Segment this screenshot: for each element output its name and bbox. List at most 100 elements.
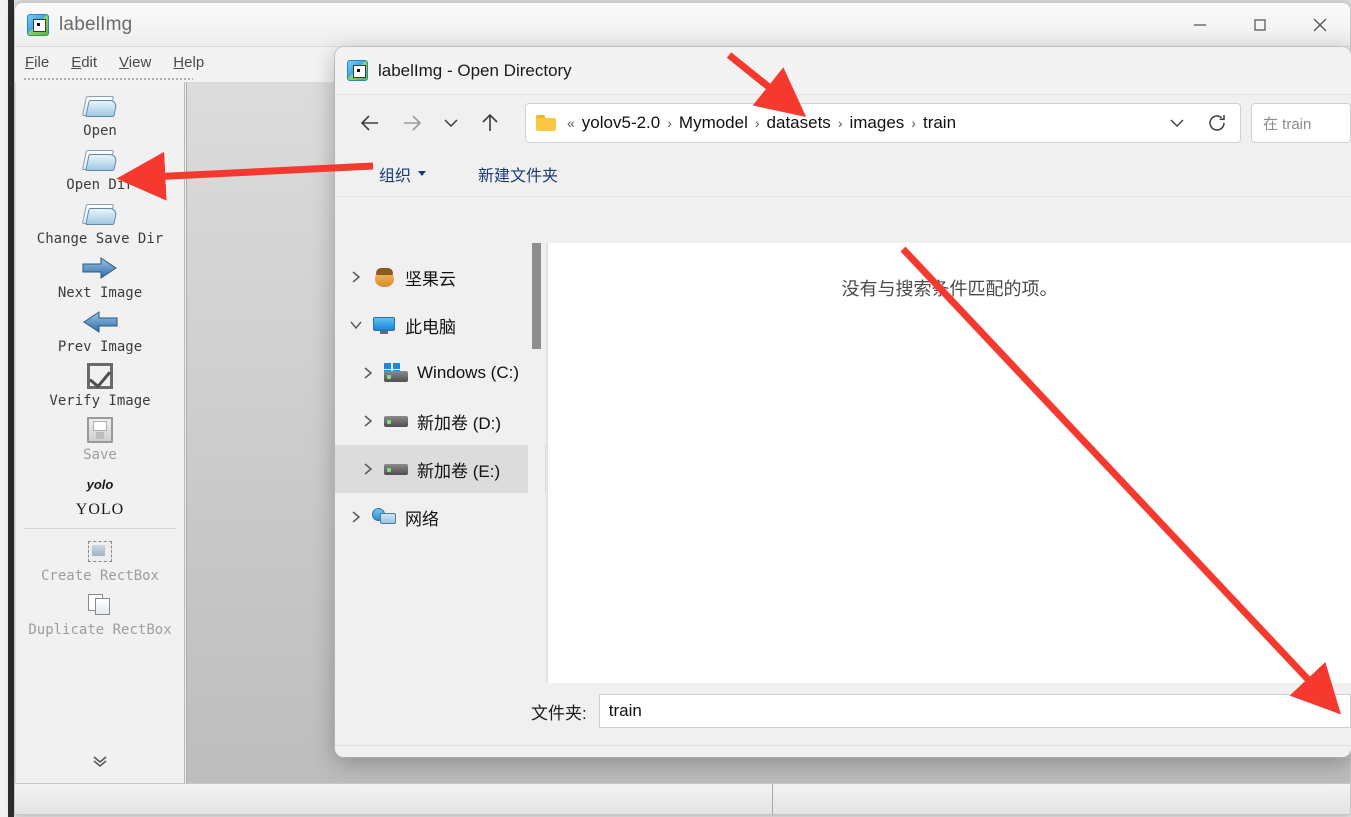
chevron-right-icon[interactable] — [353, 365, 383, 381]
breadcrumb-item-3[interactable]: images — [844, 111, 909, 135]
toolbar-change-save-dir-label: Change Save Dir — [36, 231, 164, 247]
refresh-icon[interactable] — [1200, 106, 1234, 140]
organize-button[interactable]: 组织 — [379, 162, 427, 186]
breadcrumb: « yolov5-2.0 › Mymodel › datasets › imag… — [565, 111, 961, 135]
toolbar-change-save-dir[interactable]: Change Save Dir — [15, 196, 185, 250]
folder-icon — [81, 198, 118, 230]
this-pc-icon — [371, 316, 397, 334]
navigation-scrollbar-thumb[interactable] — [532, 243, 541, 349]
breadcrumb-item-2[interactable]: datasets — [762, 111, 836, 135]
toolbar-next-image[interactable]: Next Image — [15, 250, 185, 304]
forward-icon[interactable] — [391, 103, 433, 143]
address-bar[interactable]: « yolov5-2.0 › Mymodel › datasets › imag… — [525, 103, 1241, 143]
breadcrumb-item-0[interactable]: yolov5-2.0 — [577, 111, 665, 135]
menu-help-rest: elp — [184, 53, 205, 71]
new-folder-button[interactable]: 新建文件夹 — [478, 162, 558, 186]
checkbox-icon — [87, 360, 113, 392]
drive-icon — [383, 463, 409, 475]
breadcrumb-separator: › — [837, 115, 843, 131]
chevron-right-icon[interactable] — [341, 269, 371, 285]
toolbar-next-image-label: Next Image — [57, 285, 143, 301]
folder-icon — [81, 144, 118, 176]
breadcrumb-item-1[interactable]: Mymodel — [674, 111, 753, 135]
nut-cloud-icon — [371, 267, 397, 287]
folder-name-row: 文件夹: train — [335, 683, 1351, 739]
toolbar-open-dir[interactable]: Open Dir — [15, 142, 185, 196]
organize-label: 组织 — [379, 167, 412, 185]
menu-view-rest: iew — [128, 53, 152, 71]
tree-item-label: 新加卷 (E:) — [417, 461, 501, 481]
toolbar-open-dir-label: Open Dir — [66, 177, 134, 193]
arrow-right-icon — [81, 252, 119, 284]
toolbar-open[interactable]: Open — [15, 88, 185, 142]
tree-item-windows-c[interactable]: Windows (C:) — [335, 349, 546, 397]
main-window-title: labelImg — [59, 13, 133, 35]
menu-file[interactable]: File — [25, 54, 49, 71]
menu-view[interactable]: View — [119, 54, 151, 71]
labelimg-app-icon — [347, 60, 368, 81]
chevron-down-icon[interactable] — [341, 319, 371, 331]
file-list-pane[interactable]: 没有与搜索条件匹配的项。 — [547, 243, 1351, 683]
breadcrumb-item-4[interactable]: train — [918, 111, 961, 135]
toolbar-format-yolo-label: YOLO — [75, 501, 125, 518]
chevron-right-icon[interactable] — [353, 461, 383, 477]
dialog-button-row: 选择文 — [335, 746, 1351, 757]
minimize-button[interactable] — [1170, 3, 1230, 47]
dialog-titlebar: labelImg - Open Directory — [335, 47, 1351, 95]
back-icon[interactable] — [349, 103, 391, 143]
main-window-titlebar: labelImg — [15, 3, 1350, 47]
toolbar-prev-image[interactable]: Prev Image — [15, 304, 185, 358]
open-directory-dialog: labelImg - Open Directory « yolov5-2.0 › — [335, 47, 1351, 757]
screen: labelImg File Edit View Help Open Open D… — [0, 0, 1351, 817]
breadcrumb-separator: › — [754, 115, 760, 131]
toolbar-verify-image-label: Verify Image — [49, 393, 151, 409]
tree-item-jianguoyun[interactable]: 坚果云 — [335, 253, 546, 301]
address-bar-actions — [1160, 106, 1234, 140]
chevron-right-icon[interactable] — [353, 413, 383, 429]
empty-folder-message: 没有与搜索条件匹配的项。 — [841, 279, 1058, 299]
toolbar-verify-image[interactable]: Verify Image — [15, 358, 185, 412]
menu-edit[interactable]: Edit — [71, 54, 97, 71]
close-button[interactable] — [1290, 3, 1350, 47]
chevron-double-down-icon[interactable] — [90, 755, 110, 783]
toolbar-save[interactable]: Save — [15, 412, 185, 466]
toolbar-create-rectbox-label: Create RectBox — [40, 568, 159, 584]
dialog-footer: 文件夹: train 选择文 — [335, 683, 1351, 757]
menu-file-rest: ile — [34, 53, 50, 71]
tree-item-drive-d[interactable]: 新加卷 (D:) — [335, 397, 546, 445]
address-chevron-down-icon[interactable] — [1160, 106, 1194, 140]
toolbar-duplicate-rectbox-label: Duplicate RectBox — [28, 622, 172, 638]
breadcrumb-overflow[interactable]: « — [565, 115, 577, 131]
tree-item-drive-e[interactable]: 新加卷 (E:) — [335, 445, 546, 493]
tree-item-label: 新加卷 (D:) — [417, 413, 502, 433]
folder-name-input[interactable]: train — [598, 694, 1351, 728]
windows-drive-icon — [383, 363, 409, 382]
folder-name-label: 文件夹: — [531, 703, 587, 723]
tree-item-label: 此电脑 — [405, 317, 456, 337]
new-folder-label: 新建文件夹 — [478, 167, 559, 185]
rect-select-icon — [88, 535, 112, 567]
toolbar-duplicate-rectbox[interactable]: Duplicate RectBox — [15, 587, 185, 641]
navigation-pane: 坚果云 此电脑 Windows (C:) 新加卷 (D:) 新加卷 (E:) 网… — [335, 243, 547, 683]
breadcrumb-separator: › — [667, 115, 672, 131]
up-icon[interactable] — [469, 103, 511, 143]
dialog-content: 坚果云 此电脑 Windows (C:) 新加卷 (D:) 新加卷 (E:) 网… — [335, 243, 1351, 683]
tree-item-network[interactable]: 网络 — [335, 493, 546, 541]
dialog-command-bar: 组织 新建文件夹 — [335, 151, 1351, 197]
tree-item-this-pc[interactable]: 此电脑 — [335, 301, 546, 349]
menu-edit-rest: dit — [81, 53, 98, 71]
toolbar-format-yolo[interactable]: yolo YOLO — [15, 466, 185, 522]
recent-locations-chevron-down-icon[interactable] — [433, 103, 469, 143]
search-input[interactable]: 在 train — [1251, 103, 1351, 143]
chevron-right-icon[interactable] — [341, 509, 371, 525]
duplicate-icon — [88, 589, 112, 621]
maximize-button[interactable] — [1230, 3, 1290, 47]
window-controls — [1170, 3, 1350, 47]
floppy-disk-icon — [87, 414, 113, 446]
menu-help[interactable]: Help — [173, 54, 204, 71]
navigation-scrollbar-track[interactable] — [528, 243, 545, 683]
toolbar-open-label: Open — [83, 123, 117, 139]
folder-icon — [81, 90, 118, 122]
toolbar-create-rectbox[interactable]: Create RectBox — [15, 533, 185, 587]
toolbar-prev-image-label: Prev Image — [57, 339, 143, 355]
